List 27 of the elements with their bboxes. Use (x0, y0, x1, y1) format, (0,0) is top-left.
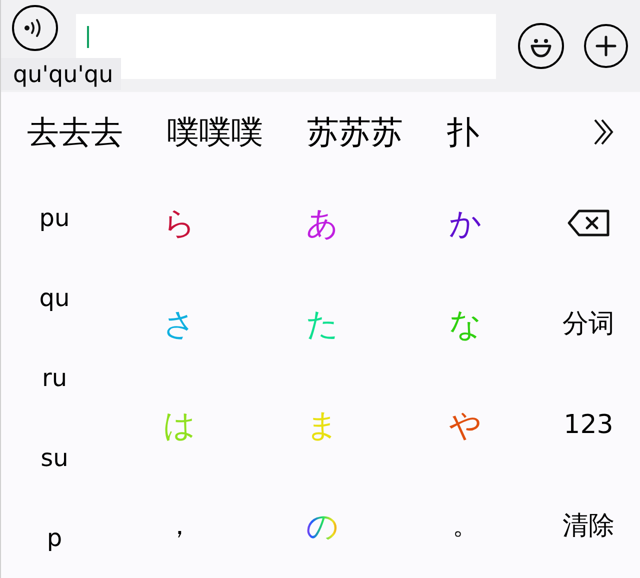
emoji-button[interactable] (518, 23, 564, 69)
pinyin-option[interactable]: ru (42, 366, 68, 390)
voice-button[interactable] (12, 5, 58, 51)
pinyin-option[interactable]: pu (39, 206, 70, 230)
backspace-key[interactable] (566, 208, 610, 236)
text-key[interactable]: 清除 (558, 512, 618, 538)
backspace-icon (566, 208, 610, 236)
add-button[interactable] (584, 24, 628, 68)
kana-key[interactable]: ら (159, 206, 200, 238)
candidate-word[interactable]: 扑 (447, 116, 479, 148)
pinyin-option[interactable]: qu (39, 286, 70, 310)
candidate-word[interactable]: 苏苏苏 (307, 116, 403, 148)
text-key[interactable]: 。 (448, 512, 482, 538)
kana-key[interactable]: や (445, 408, 486, 440)
text-cursor (87, 26, 89, 48)
candidate-word[interactable]: 噗噗噗 (167, 116, 263, 148)
plus-icon (594, 34, 618, 58)
double-chevron-icon (592, 117, 616, 147)
kana-key[interactable]: か (445, 206, 486, 238)
pinyin-option[interactable]: su (40, 446, 68, 470)
text-key[interactable]: 123 (560, 412, 618, 438)
composition-text: qu'qu'qu (1, 58, 122, 90)
candidate-word[interactable]: 去去去 (27, 116, 123, 148)
pinyin-option[interactable]: p (46, 526, 62, 550)
text-key[interactable]: 分词 (558, 310, 618, 336)
kana-key[interactable]: あ (302, 206, 343, 238)
text-key[interactable]: ， (162, 512, 196, 538)
